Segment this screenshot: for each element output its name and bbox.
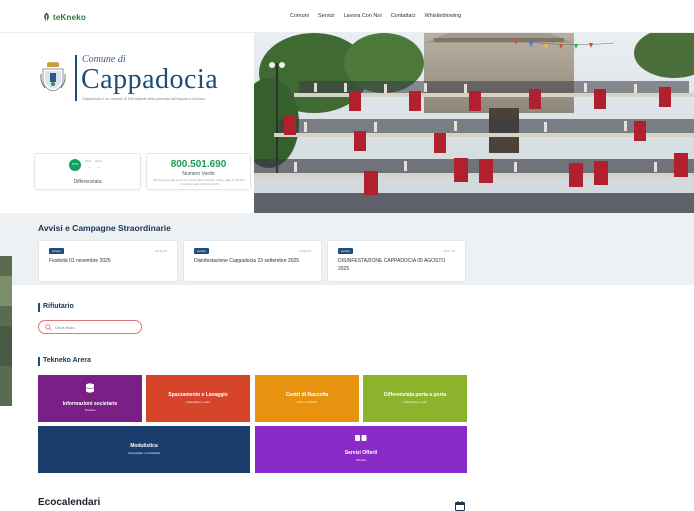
- notice-date: 29.07.25: [443, 249, 455, 253]
- main-nav: Comuni Servizi Lavora Con Noi Contattaci…: [290, 13, 461, 19]
- brand-name: teKneko: [53, 12, 86, 22]
- nav-lavora-con-noi[interactable]: Lavora Con Noi: [343, 13, 381, 19]
- notice-badge: Avviso: [194, 248, 209, 254]
- gauge-year-1: 2021: [85, 159, 92, 163]
- numero-verde-hours-saturday: e il sabato dalle 9:00 alle 13:00: [180, 182, 219, 186]
- tile-differenziata-porta-a-porta[interactable]: Differenziata porta a porta Calendario e…: [363, 375, 467, 422]
- calendar-icon[interactable]: [455, 501, 465, 511]
- tile-subtitle: Tekneko: [355, 458, 367, 462]
- tile-title: Spazzamento e Lavaggio: [168, 392, 228, 398]
- leaf-logo-icon: [44, 12, 49, 22]
- rifiutario-title: Rifiutario: [43, 303, 74, 310]
- toll-free-number[interactable]: 800.501.690: [147, 159, 250, 170]
- database-icon: [85, 383, 95, 393]
- avvisi-title: Avvisi e Campagne Straordinarie: [38, 223, 171, 233]
- notice-title[interactable]: Disinfestazione Cappadocia 23 settembre …: [194, 258, 313, 266]
- numero-verde-card[interactable]: 800.501.690 Numero Verde Servizio attivo…: [146, 153, 251, 190]
- brand-logo[interactable]: teKneko: [42, 12, 86, 22]
- tile-centri-di-raccolta[interactable]: Centri di Raccolta Orari e Indirizzi: [255, 375, 359, 422]
- differenziata-card[interactable]: 67% 2021 2022 — — Differenziata: [34, 153, 141, 190]
- title-divider: [75, 55, 77, 101]
- city-name: Cappadocia: [81, 64, 219, 95]
- tile-modulistica[interactable]: Modulistica Accessibile e scaricabile: [38, 426, 250, 473]
- numero-verde-label: Numero Verde: [182, 171, 215, 177]
- tile-subtitle: Calendario e orari: [186, 400, 210, 404]
- tile-title: Servizi Offerti: [344, 450, 378, 456]
- gauge-mark-2: —: [97, 165, 100, 169]
- notice-title[interactable]: DISINFESTAZIONE CAPPADOCIA 05 AGOSTO 202…: [338, 258, 457, 274]
- differenziata-label: Differenziata: [73, 179, 102, 185]
- hero-photo: [254, 33, 694, 213]
- ecocalendari-title: Ecocalendari: [38, 497, 101, 508]
- tile-subtitle: Calendario e orari: [403, 400, 427, 404]
- trucks-icon: [355, 435, 367, 441]
- tile-subtitle: Orari e Indirizzi: [296, 400, 318, 404]
- festival-crowd-image: [254, 33, 694, 213]
- search-icon: [45, 324, 52, 331]
- nav-contattaci[interactable]: Contattaci: [391, 13, 416, 19]
- arera-title: Tekneko Arera: [43, 357, 91, 364]
- tile-title: Centri di Raccolta: [285, 392, 329, 398]
- rifiuto-search-input[interactable]: [55, 323, 135, 332]
- nav-whistleblowing[interactable]: Whistleblowing: [424, 13, 461, 19]
- tile-subtitle: Tekneko: [84, 408, 96, 412]
- nav-comuni[interactable]: Comuni: [290, 13, 309, 19]
- municipal-coat-of-arms-icon: [40, 62, 66, 92]
- background-photo-fragment: [0, 256, 12, 406]
- notice-card[interactable]: Avviso 23.09.25 Disinfestazione Cappadoc…: [183, 240, 322, 282]
- tile-subtitle: Accessibile e scaricabile: [127, 451, 161, 455]
- tile-servizi-offerti[interactable]: Servizi Offerti Tekneko: [255, 426, 467, 473]
- arera-rule: [38, 357, 40, 366]
- rifiutario-rule: [38, 303, 40, 312]
- notice-badge: Avviso: [49, 248, 64, 254]
- page: teKneko Comuni Servizi Lavora Con Noi Co…: [0, 0, 694, 511]
- tile-spazzamento-lavaggio[interactable]: Spazzamento e Lavaggio Calendario e orar…: [146, 375, 250, 422]
- top-navbar: teKneko Comuni Servizi Lavora Con Noi Co…: [0, 0, 694, 33]
- notice-badge: Avviso: [338, 248, 353, 254]
- gauge-year-2: 2022: [95, 159, 102, 163]
- notice-date: 29.10.25: [155, 249, 167, 253]
- rifiuto-search[interactable]: [38, 320, 142, 334]
- gauge-value: 67%: [71, 162, 78, 166]
- tile-informazioni-societarie[interactable]: Informazioni societarie Tekneko: [38, 375, 142, 422]
- notice-date: 23.09.25: [299, 249, 311, 253]
- tile-title: Informazioni societarie: [62, 401, 118, 407]
- gauge-mark-1: —: [88, 165, 91, 169]
- notice-card[interactable]: Avviso 29.07.25 DISINFESTAZIONE CAPPADOC…: [327, 240, 466, 282]
- nav-servizi[interactable]: Servizi: [318, 13, 335, 19]
- tile-title: Modulistica: [130, 443, 158, 449]
- city-description: Cappadocia è un comune di 526 abitanti d…: [82, 97, 206, 101]
- notice-card[interactable]: Avviso 29.10.25 Festività 01 novembre 20…: [38, 240, 178, 282]
- tile-title: Differenziata porta a porta: [384, 392, 446, 398]
- notice-title[interactable]: Festività 01 novembre 2025: [49, 258, 168, 266]
